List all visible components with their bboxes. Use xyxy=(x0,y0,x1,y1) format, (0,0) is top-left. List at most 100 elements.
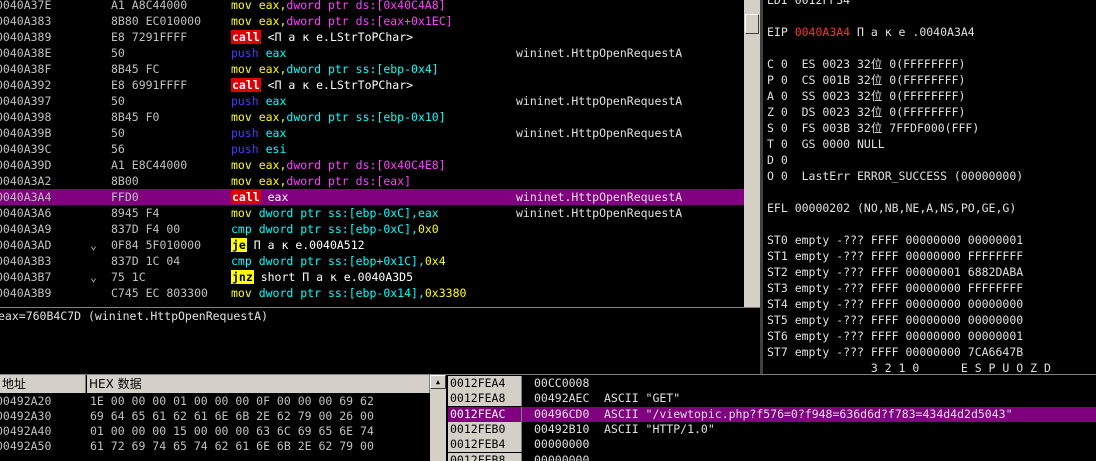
disasm-instruction: mov eax,dword ptr ds:[0x40C4E8] xyxy=(231,157,509,173)
disasm-address: 0040A3A2 xyxy=(0,174,52,188)
stack-value: 00CC0008 xyxy=(534,376,590,390)
register-row[interactable]: A 0 SS 0023 32位 0(FFFFFFFF) xyxy=(767,88,965,104)
disasm-hex: 50 xyxy=(111,94,125,108)
disasm-row[interactable]: 0040A383 8B80 EC010000 mov eax,dword ptr d… xyxy=(0,13,744,29)
memory-dump-pane[interactable]: 地址 HEX 数据 00492A20 1E 00 00 00 01 00 00 0… xyxy=(0,375,430,461)
register-row[interactable]: ST7 empty -??? FFFF 00000000 7CA6647B xyxy=(767,344,1023,360)
disasm-address: 0040A3AD xyxy=(0,238,52,252)
dump-hex: 1E 00 00 00 01 00 00 00 0F 00 00 00 69 6… xyxy=(90,394,374,408)
register-row[interactable]: ST5 empty -??? FFFF 00000000 00000000 xyxy=(767,312,1023,328)
register-row[interactable]: P 0 CS 001B 32位 0(FFFFFFFF) xyxy=(767,72,965,88)
disasm-row[interactable]: 0040A3A9 837D F4 00 cmp dword ptr ss:[ebp-… xyxy=(0,221,744,237)
disasm-instruction: push eax xyxy=(231,125,509,141)
pane-divider-horizontal[interactable] xyxy=(0,307,760,308)
pane-divider-vertical[interactable] xyxy=(760,0,763,374)
stack-value: 00496CD0 xyxy=(534,406,590,421)
register-comment: П а к е .0040A3A4 xyxy=(850,25,975,39)
registers-pane[interactable]: EDI 0012FF34 EIP 0040A3A4 П а к е .0040A3… xyxy=(764,0,1096,374)
disasm-row[interactable]: 0040A389 E8 7291FFFF call <П а к е.LStrToP… xyxy=(0,29,744,45)
disasm-row[interactable]: 0040A3B9 C745 EC 803300 mov dword ptr ss:[… xyxy=(0,285,744,301)
disasm-hex: E8 7291FFFF xyxy=(111,30,188,44)
disasm-row[interactable]: 0040A39B 50 push eax wininet.HttpOpenReques… xyxy=(0,125,744,141)
instruction-operand: eax xyxy=(417,206,439,220)
stack-pane[interactable]: 0012FEA4 00CC0008 0012FEA8 00492AEC ASCII "G… xyxy=(448,375,1096,461)
stack-row[interactable]: 0012FEAC 00496CD0 ASCII "/viewtopic.php?f5… xyxy=(448,406,1096,422)
dump-hex: 01 00 00 00 15 00 00 00 63 6C 69 65 6E 7… xyxy=(90,424,374,438)
instruction-operand: eax, xyxy=(251,62,287,76)
disasm-hex: 75 1C xyxy=(111,270,146,284)
register-row[interactable]: ST0 empty -??? FFFF 00000000 00000001 xyxy=(767,232,1023,248)
dump-scrollbar[interactable]: ▲ xyxy=(430,375,446,461)
dump-header-address[interactable]: 地址 xyxy=(0,375,86,393)
instruction-operand: dword ptr ds:[eax+0x1EC] xyxy=(286,14,453,28)
disasm-address: 0040A37E xyxy=(0,0,52,12)
disasm-instruction: call eax xyxy=(231,189,509,205)
register-row[interactable]: ST4 empty -??? FFFF 00000000 00000000 xyxy=(767,296,1023,312)
register-row[interactable]: EDI 0012FF34 xyxy=(767,0,850,8)
disasm-row[interactable]: 0040A3AD ⌄ 0F84 5F010000 je П а к е.0040A51… xyxy=(0,237,744,253)
register-row[interactable]: Z 0 DS 0023 32位 0(FFFFFFFF) xyxy=(767,104,965,120)
register-row[interactable]: EFL 00000202 (NO,NB,NE,A,NS,PO,GE,G) xyxy=(767,200,1016,216)
disassembly-scroll-thumb[interactable] xyxy=(745,14,759,34)
disasm-instruction: cmp dword ptr ss:[ebp+0x1C],0x4 xyxy=(231,253,509,269)
disasm-hex: 837D F4 00 xyxy=(111,222,181,236)
disasm-row[interactable]: 0040A3B3 837D 1C 04 cmp dword ptr ss:[ebp+… xyxy=(0,253,744,269)
disasm-row[interactable]: 0040A37E A1 A8C44000 mov eax,dword ptr ds:… xyxy=(0,0,744,13)
instruction-mnemonic: call xyxy=(231,78,261,92)
stack-row[interactable]: 0012FEA4 00CC0008 xyxy=(448,376,1096,391)
disasm-row[interactable]: 0040A3A6 8945 F4 mov dword ptr ss:[ebp-0xC… xyxy=(0,205,744,221)
disasm-row[interactable]: 0040A392 E8 6991FFFF call <П а к е.LStrToP… xyxy=(0,77,744,93)
disassembly-pane[interactable]: 0040A37E A1 A8C44000 mov eax,dword ptr ds:… xyxy=(0,0,744,307)
instruction-operand: 0x0 xyxy=(417,222,439,236)
dump-header-hex[interactable]: HEX 数据 xyxy=(87,375,430,393)
disasm-hex: 50 xyxy=(111,46,125,60)
instruction-operand: dword ptr ds:[0x40C4E8] xyxy=(286,158,446,172)
instruction-mnemonic: mov xyxy=(231,206,252,220)
disassembly-scrollbar[interactable] xyxy=(744,0,760,307)
dump-scroll-up-button[interactable]: ▲ xyxy=(430,375,446,389)
register-value-changed[interactable]: 0040A3A4 xyxy=(795,25,850,39)
register-row[interactable]: EIP 0040A3A4 П а к е .0040A3A4 xyxy=(767,24,975,40)
register-row[interactable]: ST2 empty -??? FFFF 00000001 6882DABA xyxy=(767,264,1023,280)
stack-address: 0012FEB8 xyxy=(448,452,522,461)
stack-row[interactable]: 0012FEB8 00000000 xyxy=(448,452,1096,461)
disasm-address: 0040A39B xyxy=(0,126,52,140)
stack-row[interactable]: 0012FEA8 00492AEC ASCII "GET" xyxy=(448,391,1096,407)
disasm-instruction: mov eax,dword ptr ss:[ebp-0x10] xyxy=(231,109,509,125)
register-row[interactable]: S 0 FS 003B 32位 7FFDF000(FFF) xyxy=(767,120,979,136)
instruction-operand: П а к е xyxy=(274,78,324,92)
register-row[interactable]: D 0 xyxy=(767,152,788,168)
disasm-instruction: mov dword ptr ss:[ebp-0x14],0x3380 xyxy=(231,285,509,301)
stack-row[interactable]: 0012FEB4 00000000 xyxy=(448,437,1096,453)
disasm-address: 0040A397 xyxy=(0,94,52,108)
stack-address: 0012FEA4 xyxy=(448,376,522,391)
disasm-comment: wininet.HttpOpenRequestA xyxy=(516,46,683,60)
instruction-operand: esi xyxy=(258,142,287,156)
disasm-row[interactable]: 0040A398 8B45 F0 mov eax,dword ptr ss:[ebp… xyxy=(0,109,744,125)
disasm-row[interactable]: 0040A3B7 ⌄ 75 1C jnz short П а к е.0040A3D5 xyxy=(0,269,744,285)
disasm-hex: FFD0 xyxy=(111,190,139,204)
instruction-operand: eax, xyxy=(251,14,287,28)
register-row[interactable]: ST3 empty -??? FFFF 00000000 FFFFFFFF xyxy=(767,280,1023,296)
disasm-address: 0040A39D xyxy=(0,158,52,172)
disasm-row[interactable]: 0040A3A2 8B00 mov eax,dword ptr ds:[eax] xyxy=(0,173,744,189)
register-row[interactable]: ST6 empty -??? FFFF 00000000 00000001 xyxy=(767,328,1023,344)
stack-row[interactable]: 0012FEB0 00492B10 ASCII "HTTP/1.0" xyxy=(448,421,1096,437)
register-row[interactable]: T 0 GS 0000 NULL xyxy=(767,136,885,152)
dump-address: 00492A40 xyxy=(0,424,52,438)
disasm-row[interactable]: 0040A39D A1 E8C44000 mov eax,dword ptr ds:… xyxy=(0,157,744,173)
disasm-instruction: mov eax,dword ptr ss:[ebp-0x4] xyxy=(231,61,509,77)
instruction-mnemonic: call xyxy=(231,30,261,44)
register-row[interactable]: C 0 ES 0023 32位 0(FFFFFFFF) xyxy=(767,56,965,72)
register-row[interactable]: ST1 empty -??? FFFF 00000000 FFFFFFFF xyxy=(767,248,1023,264)
disasm-address: 0040A3B3 xyxy=(0,254,52,268)
register-row[interactable]: 3 2 1 0 E S P U O Z D xyxy=(767,360,1051,374)
disasm-row[interactable]: 0040A38F 8B45 FC mov eax,dword ptr ss:[ebp… xyxy=(0,61,744,77)
register-row[interactable]: O 0 LastErr ERROR_SUCCESS (00000000) xyxy=(767,168,1023,184)
disasm-row[interactable]: 0040A38E 50 push eax wininet.HttpOpenReques… xyxy=(0,45,744,61)
instruction-operand: eax, xyxy=(251,0,287,12)
disasm-row[interactable]: 0040A39C 56 push esi xyxy=(0,141,744,157)
disasm-address: 0040A38E xyxy=(0,46,52,60)
disasm-row[interactable]: 0040A3A4 FFD0 call eax wininet.HttpOpenRequ… xyxy=(0,189,744,205)
disasm-row[interactable]: 0040A397 50 push eax wininet.HttpOpenReques… xyxy=(0,93,744,109)
